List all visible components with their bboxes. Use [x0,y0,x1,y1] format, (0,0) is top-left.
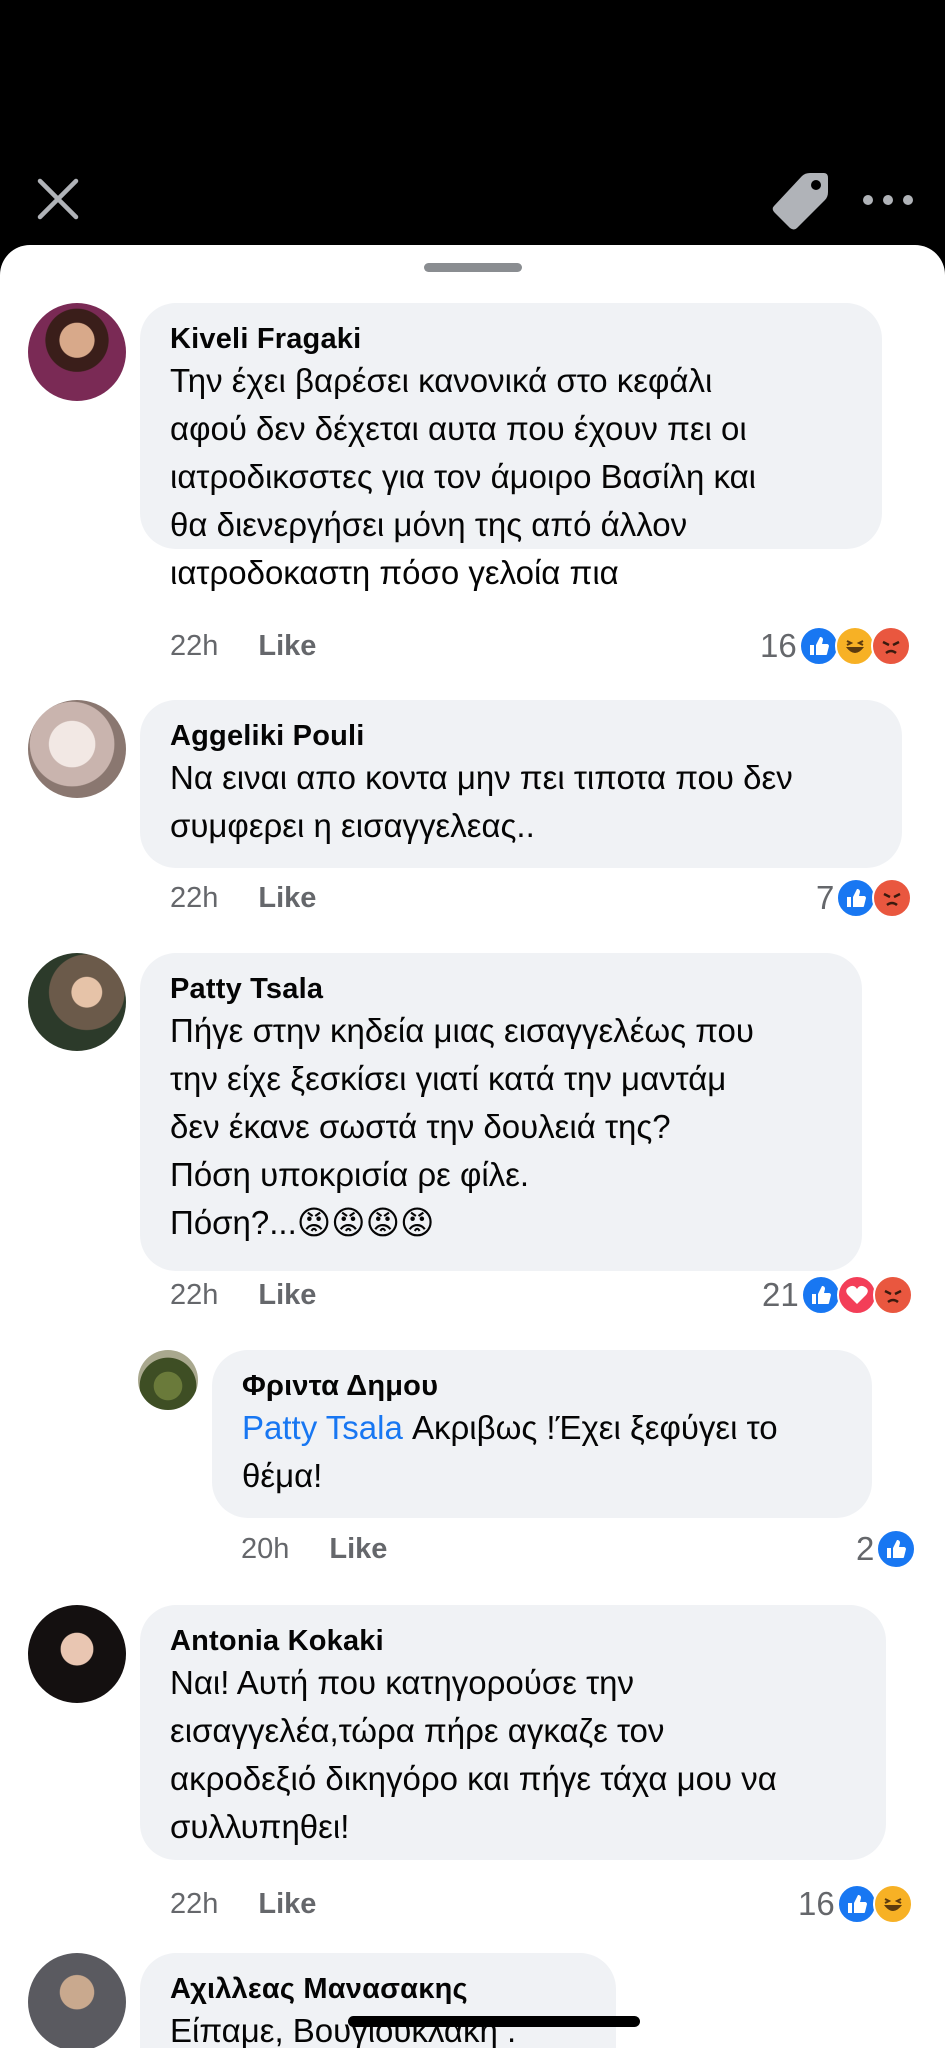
haha-reaction-icon [834,626,875,666]
comment-time[interactable]: 22h [170,1888,218,1920]
comment-text: Πήγε στην κηδεία μιας εισαγγελέως που τη… [170,1007,832,1247]
avatar[interactable] [28,1605,126,1703]
angry-reaction-icon [872,1275,913,1315]
reaction-summary[interactable]: 2 [856,1527,917,1571]
reaction-summary[interactable]: 16 [760,624,911,668]
comment-bubble[interactable]: Αχιλλεας Μανασακης Είπαμε, Βουγιουκλακη … [140,1953,616,2048]
mention-link[interactable]: Patty Tsala [242,1409,403,1446]
like-reaction-icon [836,878,877,918]
sheet-grabber-handle[interactable] [424,263,522,272]
haha-reaction-icon [872,1884,913,1924]
like-button[interactable]: Like [329,1533,387,1565]
like-button[interactable]: Like [258,1888,316,1920]
like-reaction-icon [876,1529,917,1569]
top-bar [0,0,945,250]
comment-bubble[interactable]: Aggeliki Pouli Να ειναι απο κοντα μην πε… [140,700,902,868]
home-indicator[interactable] [348,2016,640,2027]
comment-meta: 22h Like [170,1888,316,1921]
like-button[interactable]: Like [258,882,316,914]
comment-bubble[interactable]: Patty Tsala Πήγε στην κηδεία μιας εισαγγ… [140,953,862,1271]
reaction-count: 16 [760,627,797,664]
reaction-count: 21 [762,1276,799,1313]
comment-bubble[interactable]: Antonia Kokaki Ναι! Αυτή που κατηγορούσε… [140,1605,886,1860]
comment-time[interactable]: 22h [170,882,218,914]
avatar[interactable] [28,1953,126,2048]
comments-sheet[interactable]: Kiveli Fragaki Την έχει βαρέσει κανονικά… [0,245,945,2048]
like-reaction-icon [798,626,839,666]
like-button[interactable]: Like [258,1279,316,1311]
avatar[interactable] [28,700,126,798]
like-reaction-icon [800,1275,841,1315]
love-reaction-icon [836,1275,877,1315]
comment-meta: 22h Like [170,882,316,915]
reaction-count: 2 [856,1530,875,1567]
avatar[interactable] [28,953,126,1051]
avatar[interactable] [138,1350,198,1410]
comment-text: Την έχει βαρέσει κανονικά στο κεφάλι αφο… [170,362,756,591]
comment-text: Ναι! Αυτή που κατηγορούσε την εισαγγελέα… [170,1664,777,1845]
reaction-count: 7 [816,879,835,916]
comment-meta: 20h Like [241,1533,387,1566]
reaction-summary[interactable]: 21 [762,1273,913,1317]
comment-meta: 22h Like [170,630,316,663]
angry-reaction-icon [872,878,913,918]
comment-meta: 22h Like [170,1279,316,1312]
more-horizontal-icon[interactable] [860,182,916,218]
comment-author[interactable]: Antonia Kokaki [170,1623,856,1659]
comment-text: Είπαμε, Βουγιουκλακη . [170,2012,517,2048]
angry-reaction-icon [870,626,911,666]
comment-author[interactable]: Aggeliki Pouli [170,718,872,754]
comment-text: Patty Tsala Ακριβως !Έχει ξεφύγει το θέμ… [242,1404,842,1500]
comment-author[interactable]: Patty Tsala [170,971,832,1007]
reply-bubble[interactable]: Φριντα Δημου Patty Tsala Ακριβως !Έχει ξ… [212,1350,872,1518]
like-button[interactable]: Like [258,630,316,662]
tag-icon[interactable] [768,170,832,230]
avatar[interactable] [28,303,126,401]
reaction-summary[interactable]: 16 [798,1882,913,1926]
reaction-summary[interactable]: 7 [816,876,913,920]
like-reaction-icon [836,1884,877,1924]
comment-text-body: Πήγε στην κηδεία μιας εισαγγελέως που τη… [170,1012,754,1241]
reaction-count: 16 [798,1885,835,1922]
comment-time[interactable]: 22h [170,1279,218,1311]
comment-time[interactable]: 20h [241,1533,289,1565]
comment-text: Να ειναι απο κοντα μην πει τιποτα που δε… [170,759,793,844]
close-icon[interactable] [34,175,82,223]
comment-bubble[interactable]: Kiveli Fragaki Την έχει βαρέσει κανονικά… [140,303,882,591]
comment-author[interactable]: Αχιλλεας Μανασακης [170,1971,586,2007]
comment-author[interactable]: Kiveli Fragaki [170,321,852,357]
angry-emoji-row: 😡😡😡😡 [296,1204,435,1241]
comment-author[interactable]: Φριντα Δημου [242,1368,842,1404]
comment-time[interactable]: 22h [170,630,218,662]
